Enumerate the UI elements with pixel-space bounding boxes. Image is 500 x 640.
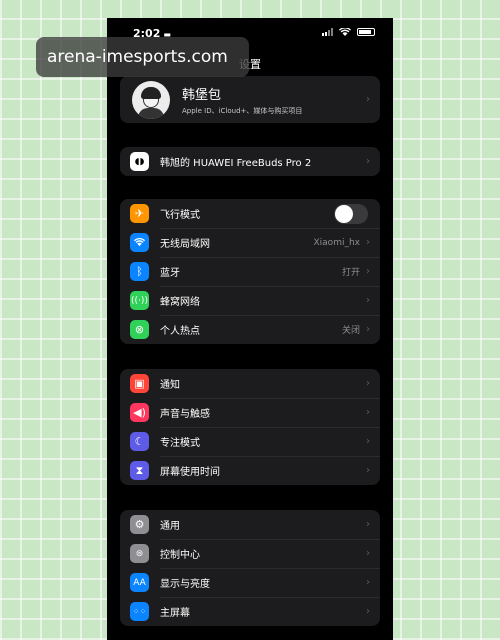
profile-name: 韩堡包 [182, 87, 222, 103]
chevron-right-icon: › [366, 156, 370, 167]
notification-icon: ▣ [130, 374, 149, 393]
display-row[interactable]: AA 显示与亮度 › [120, 568, 380, 597]
wifi-row[interactable]: 无线局域网 Xiaomi_hx › [120, 228, 380, 257]
screen-time-label: 屏幕使用时间 [160, 467, 220, 478]
general-group: ⚙ 通用 › ⊜ 控制中心 › AA 显示与亮度 › ⁘⁘ 主屏幕 › [120, 510, 380, 626]
chevron-right-icon: › [366, 266, 370, 277]
gear-icon: ⚙ [130, 515, 149, 534]
control-center-icon: ⊜ [130, 544, 149, 563]
chevron-right-icon: › [366, 606, 370, 617]
display-aa-icon: AA [130, 573, 149, 592]
watermark-banner: arena-imesports.com [36, 37, 249, 77]
home-screen-label: 主屏幕 [160, 608, 190, 619]
hotspot-label: 个人热点 [160, 326, 200, 337]
airplane-icon: ✈ [130, 204, 149, 223]
notifications-group: ▣ 通知 › ◀) 声音与触感 › ☾ 专注模式 › ⧗ 屏幕使用时间 › [120, 369, 380, 485]
cellular-row[interactable]: ((·)) 蜂窝网络 › [120, 286, 380, 315]
hotspot-icon: ⊗ [130, 320, 149, 339]
freebuds-row[interactable]: ◖◗ 韩旭的 HUAWEI FreeBuds Pro 2 › [120, 147, 380, 176]
chevron-right-icon: › [366, 577, 370, 588]
apple-id-row[interactable]: 韩堡包 Apple ID、iCloud+、媒体与购买项目 › [120, 76, 380, 123]
status-right [322, 28, 375, 36]
general-label: 通用 [160, 521, 180, 532]
chevron-right-icon: › [366, 465, 370, 476]
bluetooth-icon: ᛒ [130, 262, 149, 281]
wifi-label: 无线局域网 [160, 239, 210, 250]
battery-icon [357, 28, 375, 36]
airplane-mode-row[interactable]: ✈ 飞行模式 [120, 199, 380, 228]
home-screen-icon: ⁘⁘ [130, 602, 149, 621]
sounds-row[interactable]: ◀) 声音与触感 › [120, 398, 380, 427]
device-group: ◖◗ 韩旭的 HUAWEI FreeBuds Pro 2 › [120, 147, 380, 176]
device-label: 韩旭的 HUAWEI FreeBuds Pro 2 [160, 158, 312, 169]
airplane-mode-label: 飞行模式 [160, 210, 200, 221]
cellular-icon: ((·)) [130, 291, 149, 310]
home-screen-row[interactable]: ⁘⁘ 主屏幕 › [120, 597, 380, 626]
sounds-label: 声音与触感 [160, 409, 210, 420]
cellular-signal-icon [322, 28, 333, 36]
focus-moon-icon: ☾ [130, 432, 149, 451]
avatar [132, 80, 170, 119]
cellular-label: 蜂窝网络 [160, 297, 200, 308]
wifi-network-value: Xiaomi_hx [313, 237, 361, 248]
bluetooth-label: 蓝牙 [160, 268, 180, 279]
bluetooth-row[interactable]: ᛒ 蓝牙 打开 › [120, 257, 380, 286]
general-row[interactable]: ⚙ 通用 › [120, 510, 380, 539]
wifi-status-icon [339, 28, 351, 36]
focus-label: 专注模式 [160, 438, 200, 449]
profile-group: 韩堡包 Apple ID、iCloud+、媒体与购买项目 › [120, 76, 380, 123]
bluetooth-status-value: 打开 [341, 268, 360, 278]
profile-subtitle: Apple ID、iCloud+、媒体与购买项目 [182, 106, 303, 115]
connectivity-group: ✈ 飞行模式 无线局域网 Xiaomi_hx › ᛒ 蓝牙 打开 › ((·))… [120, 199, 380, 344]
hourglass-icon: ⧗ [130, 461, 149, 480]
chevron-right-icon: › [366, 548, 370, 559]
notifications-label: 通知 [160, 380, 180, 391]
screen-time-row[interactable]: ⧗ 屏幕使用时间 › [120, 456, 380, 485]
sound-icon: ◀) [130, 403, 149, 422]
focus-row[interactable]: ☾ 专注模式 › [120, 427, 380, 456]
chevron-right-icon: › [366, 94, 370, 105]
watermark-text: arena-imesports.com [47, 47, 228, 67]
chevron-right-icon: › [366, 324, 370, 335]
chevron-right-icon: › [366, 519, 370, 530]
hotspot-status-value: 关闭 [341, 326, 360, 336]
chevron-right-icon: › [366, 407, 370, 418]
control-center-label: 控制中心 [160, 550, 200, 561]
chevron-right-icon: › [366, 237, 370, 248]
earbuds-icon: ◖◗ [130, 152, 149, 171]
chevron-right-icon: › [366, 378, 370, 389]
display-label: 显示与亮度 [160, 579, 210, 590]
control-center-row[interactable]: ⊜ 控制中心 › [120, 539, 380, 568]
chevron-right-icon: › [366, 295, 370, 306]
chevron-right-icon: › [366, 436, 370, 447]
airplane-mode-toggle[interactable] [334, 203, 368, 224]
wifi-icon [130, 233, 149, 252]
notifications-row[interactable]: ▣ 通知 › [120, 369, 380, 398]
hotspot-row[interactable]: ⊗ 个人热点 关闭 › [120, 315, 380, 344]
phone-screen: 2:02 ▬ 设置 韩堡包 Apple ID、iCloud+、媒体与购买项目 › … [107, 18, 393, 640]
